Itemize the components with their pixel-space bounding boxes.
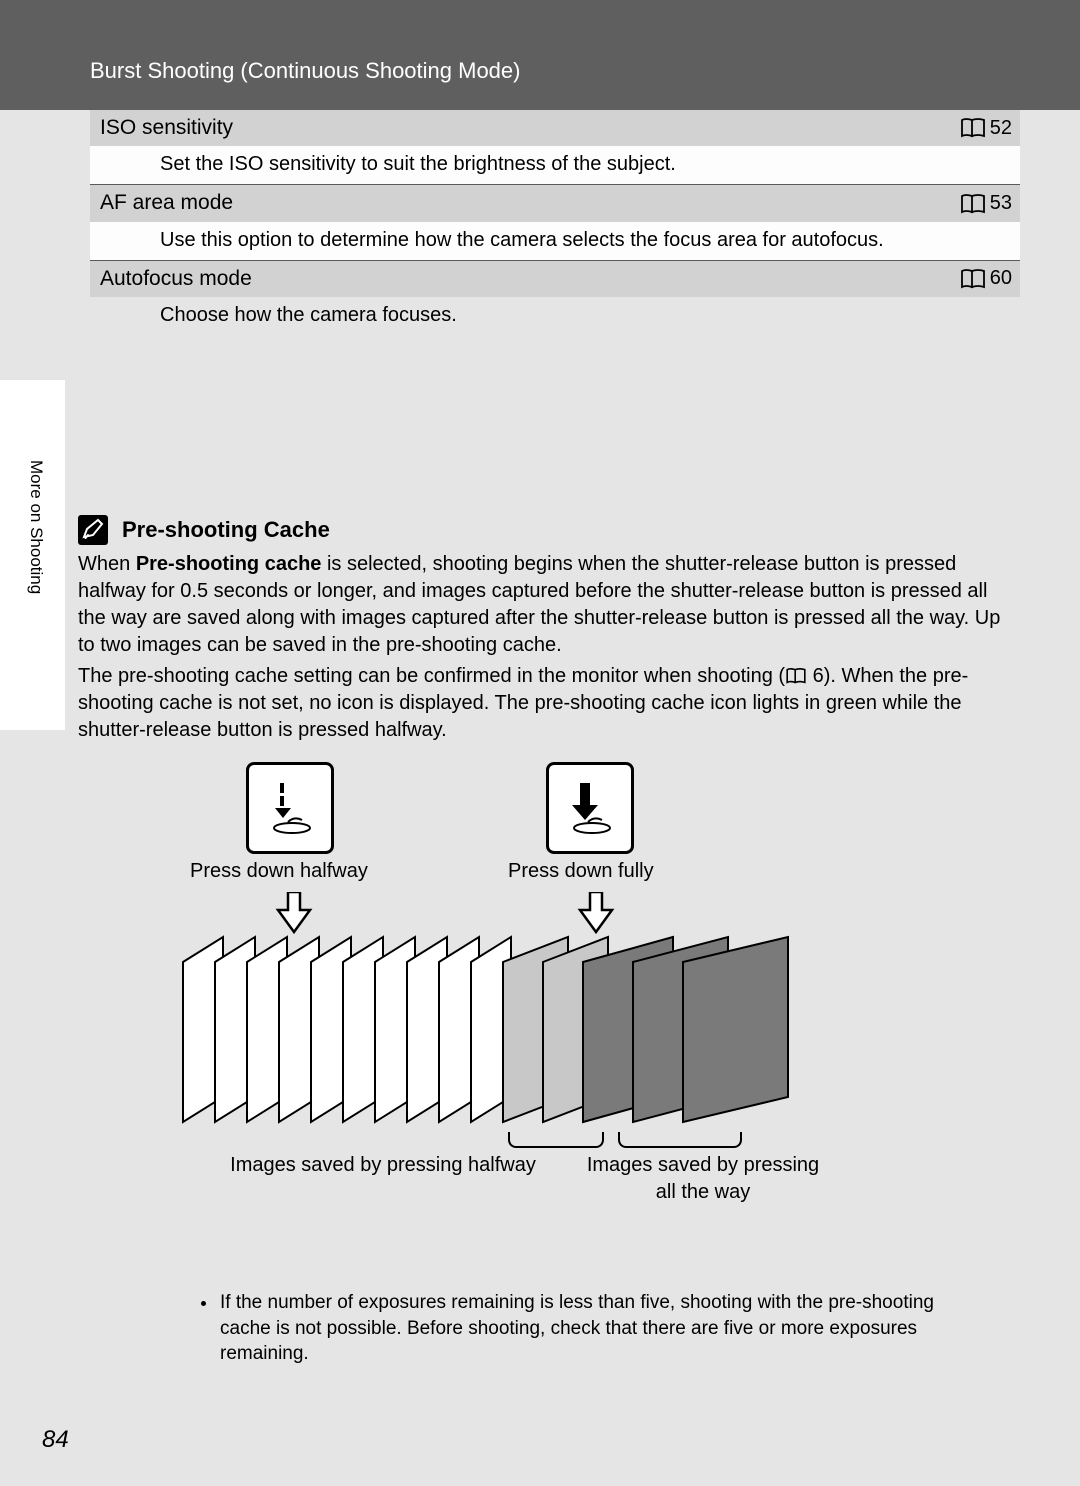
setting-row: AF area mode 53 Use this option to deter… bbox=[90, 185, 1020, 260]
note-bullet: If the number of exposures remaining is … bbox=[218, 1290, 968, 1367]
pencil-icon bbox=[78, 515, 108, 545]
page-ref: 52 bbox=[960, 115, 1012, 142]
page-ref-number: 53 bbox=[990, 190, 1012, 217]
setting-title: ISO sensitivity bbox=[100, 114, 233, 142]
page-number: 84 bbox=[42, 1424, 69, 1456]
book-icon bbox=[960, 269, 986, 289]
page-ref-number: 52 bbox=[990, 115, 1012, 142]
setting-description: Set the ISO sensitivity to suit the brig… bbox=[90, 146, 1020, 184]
setting-description: Use this option to determine how the cam… bbox=[90, 222, 1020, 260]
press-halfway-label: Press down halfway bbox=[190, 858, 368, 885]
bracket-halfway bbox=[508, 1132, 604, 1148]
press-fully-label: Press down fully bbox=[508, 858, 654, 885]
setting-header: Autofocus mode 60 bbox=[90, 261, 1020, 297]
diagram: Press down halfway Press down fully bbox=[78, 762, 1020, 1222]
page-ref: 60 bbox=[960, 265, 1012, 292]
book-icon bbox=[785, 668, 807, 684]
note-bullet-list: If the number of exposures remaining is … bbox=[164, 1290, 968, 1367]
bracket-fully-label: Images saved by pressing all the way bbox=[573, 1152, 833, 1206]
note-paragraph: When Pre-shooting cache is selected, sho… bbox=[78, 551, 1020, 659]
press-fully-icon bbox=[560, 778, 620, 838]
note-heading: Pre-shooting Cache bbox=[78, 515, 1020, 545]
setting-description: Choose how the camera focuses. bbox=[90, 297, 1020, 335]
frames-stack bbox=[173, 932, 873, 1152]
chevron-down-icon bbox=[274, 892, 314, 936]
press-halfway-icon bbox=[260, 778, 320, 838]
chevron-down-icon bbox=[576, 892, 616, 936]
page-ref: 53 bbox=[960, 190, 1012, 217]
note-panel: Pre-shooting Cache When Pre-shooting cac… bbox=[78, 515, 1020, 1367]
book-icon bbox=[960, 118, 986, 138]
setting-title: AF area mode bbox=[100, 189, 233, 217]
note-paragraph: The pre-shooting cache setting can be co… bbox=[78, 663, 1020, 744]
page-ref-number: 60 bbox=[990, 265, 1012, 292]
press-halfway-box bbox=[246, 762, 334, 854]
section-title: Burst Shooting (Continuous Shooting Mode… bbox=[90, 56, 520, 86]
setting-header: AF area mode 53 bbox=[90, 185, 1020, 221]
bracket-fully bbox=[618, 1132, 742, 1148]
bracket-halfway-label: Images saved by pressing halfway bbox=[208, 1152, 558, 1179]
section-header: Burst Shooting (Continuous Shooting Mode… bbox=[0, 0, 1080, 110]
press-fully-box bbox=[546, 762, 634, 854]
book-icon bbox=[960, 194, 986, 214]
note-title: Pre-shooting Cache bbox=[122, 515, 330, 545]
setting-row: ISO sensitivity 52 Set the ISO sensitivi… bbox=[90, 110, 1020, 185]
setting-title: Autofocus mode bbox=[100, 265, 252, 293]
settings-table: ISO sensitivity 52 Set the ISO sensitivi… bbox=[90, 110, 1020, 335]
setting-row: Autofocus mode 60 Choose how the camera … bbox=[90, 261, 1020, 335]
setting-header: ISO sensitivity 52 bbox=[90, 110, 1020, 146]
